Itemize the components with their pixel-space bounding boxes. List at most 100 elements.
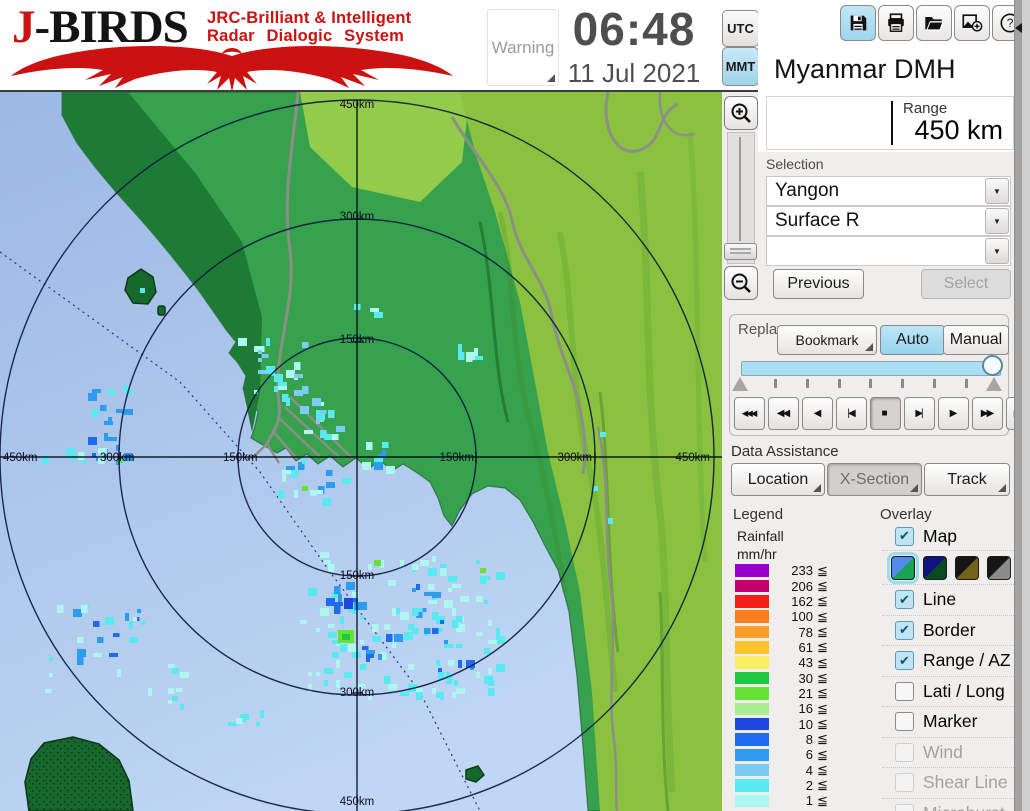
timeline-start-marker[interactable] xyxy=(732,377,748,391)
legend-value: 10 xyxy=(798,716,813,732)
utc-toggle-button[interactable]: UTC xyxy=(722,10,759,47)
track-button[interactable]: Track xyxy=(924,463,1010,496)
replay-timeline-handle[interactable] xyxy=(982,355,1003,376)
station-title: Myanmar DMH xyxy=(774,54,956,84)
replay-timeline-track[interactable] xyxy=(741,361,1001,376)
legend-suffix: ≦ xyxy=(817,624,828,640)
border-checkbox[interactable] xyxy=(895,620,914,640)
legend-item: 8 ≦ xyxy=(735,731,845,747)
map-zoom-slider-handle[interactable] xyxy=(724,243,757,260)
legend-color-swatch xyxy=(735,641,769,654)
timeline-tick xyxy=(774,379,777,388)
legend-suffix: ≦ xyxy=(817,685,828,701)
skip-end-icon[interactable]: ▶| xyxy=(904,397,935,430)
zoom-out-icon[interactable] xyxy=(724,266,758,300)
map-style-selector xyxy=(882,550,1014,584)
marker-checkbox[interactable] xyxy=(895,712,914,732)
overlay-item-label: Lati / Long xyxy=(923,680,1005,701)
play-icon[interactable]: ▶ xyxy=(938,397,969,430)
legend-item: 43 ≦ xyxy=(735,655,845,670)
xsection-button[interactable]: X-Section xyxy=(827,463,922,496)
legend-color-swatch xyxy=(735,748,769,762)
range-value: 450 km xyxy=(914,115,1003,145)
legend-color-swatch xyxy=(735,733,769,746)
radar-map-display[interactable]: 450km 300km 150km 150km 300km 450km 450k… xyxy=(0,92,722,811)
clock-date: 11 Jul 2021 xyxy=(567,58,701,88)
lati-long-checkbox[interactable] xyxy=(895,681,914,701)
map-style-terrain[interactable] xyxy=(887,551,919,584)
legend-color-swatch xyxy=(735,625,769,639)
chevron-down-icon[interactable]: ▼ xyxy=(985,178,1009,204)
mmt-toggle-button[interactable]: MMT xyxy=(722,47,759,86)
replay-group: Replay Bookmark Auto Manual ◀◀◀ ◀◀ ◀ |◀ ■ ▶| ▶… xyxy=(729,314,1030,436)
legend-item: 78 ≦ xyxy=(735,624,845,640)
overlay-row-border: Border xyxy=(882,614,1014,646)
toolbar: ? xyxy=(840,5,1028,41)
auto-replay-button[interactable]: Auto xyxy=(880,325,945,355)
fast-rewind-3-icon[interactable]: ◀◀◀ xyxy=(734,397,765,430)
range-divider xyxy=(891,101,893,145)
play-reverse-icon[interactable]: ◀ xyxy=(802,397,833,430)
timeline-tick xyxy=(805,379,809,388)
legend-item: 4 ≦ xyxy=(735,762,845,778)
legend-value: 4 xyxy=(805,762,813,778)
overlay-row-microburst: Microburst xyxy=(882,797,1014,811)
legend-value: 6 xyxy=(805,747,813,763)
selection-label: Selection xyxy=(766,156,824,172)
map-style-navy-green[interactable] xyxy=(923,555,947,580)
chevron-down-icon[interactable]: ▼ xyxy=(985,208,1009,234)
product-dropdown[interactable]: Surface R ▼ xyxy=(766,206,1011,236)
legend-value: 233 xyxy=(791,563,813,579)
previous-button[interactable]: Previous xyxy=(773,269,864,299)
skip-start-icon[interactable]: |◀ xyxy=(836,397,867,430)
bookmark-button[interactable]: Bookmark xyxy=(777,325,877,355)
zoom-in-icon[interactable] xyxy=(724,96,758,130)
legend-suffix: ≦ xyxy=(817,700,828,716)
timeline-tick xyxy=(869,379,873,388)
legend-item: 6 ≦ xyxy=(735,747,845,762)
svg-text:300km: 300km xyxy=(340,211,375,223)
jbirds-application-window: 450km 300km 150km 150km 300km 450km 450k… xyxy=(0,0,1030,811)
legend-suffix: ≦ xyxy=(817,731,828,747)
timeline-end-marker[interactable] xyxy=(986,377,1002,391)
save-icon[interactable] xyxy=(840,5,876,41)
legend-value: 16 xyxy=(798,701,813,717)
print-icon[interactable] xyxy=(878,5,914,41)
map-checkbox[interactable] xyxy=(895,526,914,546)
chevron-down-icon[interactable]: ▼ xyxy=(985,238,1009,264)
overlay-row-map: Map xyxy=(882,522,1014,550)
option-dropdown[interactable]: ▼ xyxy=(766,236,1011,266)
site-dropdown[interactable]: Yangon ▼ xyxy=(766,176,1011,206)
legend-label: Legend xyxy=(733,506,784,523)
legend-item: 162 ≦ xyxy=(735,593,845,609)
range-az-checkbox[interactable] xyxy=(895,651,914,671)
legend-suffix: ≦ xyxy=(817,639,828,655)
overlay-label: Overlay xyxy=(880,506,932,523)
legend-color-swatch xyxy=(735,687,769,700)
fast-forward-icon[interactable]: ▶▶ xyxy=(972,397,1003,430)
overlay-item-label: Map xyxy=(923,525,958,546)
manual-replay-button[interactable]: Manual xyxy=(943,325,1009,355)
legend-value: 30 xyxy=(798,670,813,686)
legend-value: 2 xyxy=(805,777,813,793)
overlay-item-label: Microburst xyxy=(923,803,1005,811)
collapse-panel-icon[interactable] xyxy=(1015,23,1022,33)
legend-value: 206 xyxy=(791,578,813,594)
svg-text:450km: 450km xyxy=(675,452,710,464)
legend-value: 61 xyxy=(798,639,813,655)
timeline-ticks xyxy=(774,379,968,388)
line-checkbox[interactable] xyxy=(895,590,914,610)
data-assistance-label: Data Assistance xyxy=(731,443,839,460)
map-style-olive[interactable] xyxy=(955,555,979,580)
legend-suffix: ≦ xyxy=(817,777,828,793)
legend-suffix: ≦ xyxy=(817,762,828,778)
map-style-gray[interactable] xyxy=(987,555,1011,580)
export-image-icon[interactable] xyxy=(954,5,990,41)
stop-icon[interactable]: ■ xyxy=(870,397,901,430)
legend-item: 16 ≦ xyxy=(735,701,845,716)
legend-color-swatch xyxy=(735,610,769,623)
location-button[interactable]: Location xyxy=(731,463,825,496)
open-folder-icon[interactable] xyxy=(916,5,952,41)
overlay-item-label: Marker xyxy=(923,711,978,732)
fast-rewind-icon[interactable]: ◀◀ xyxy=(768,397,799,430)
